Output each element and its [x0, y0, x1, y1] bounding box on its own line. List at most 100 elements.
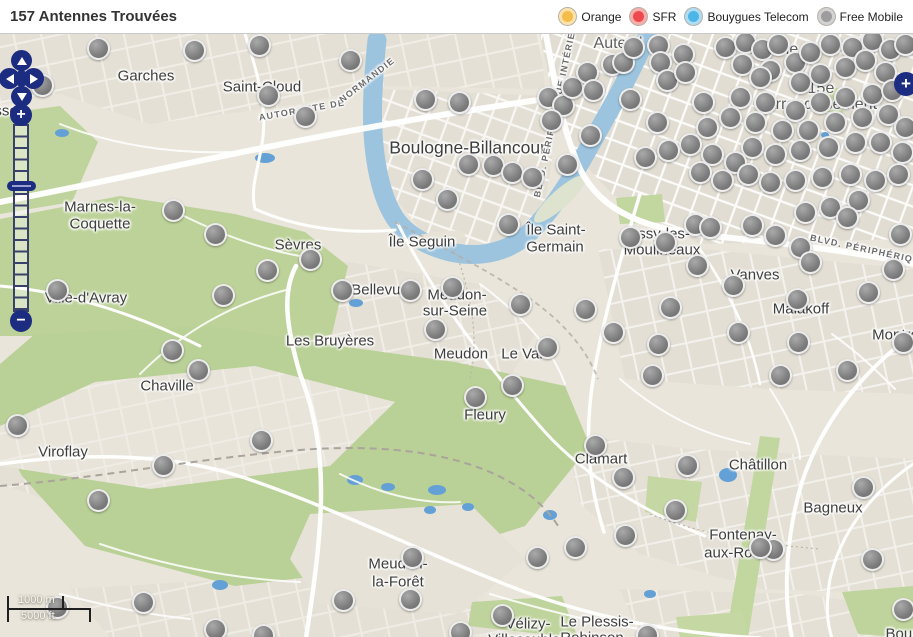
antenna-marker[interactable]	[719, 106, 742, 129]
antenna-marker[interactable]	[894, 116, 913, 139]
antenna-marker[interactable]	[844, 131, 867, 154]
antenna-marker[interactable]	[764, 143, 787, 166]
antenna-marker[interactable]	[664, 499, 687, 522]
antenna-marker[interactable]	[332, 589, 355, 612]
antenna-marker[interactable]	[786, 288, 809, 311]
antenna-marker[interactable]	[564, 536, 587, 559]
pan-right-button[interactable]	[23, 68, 44, 89]
antenna-marker[interactable]	[722, 274, 745, 297]
antenna-marker[interactable]	[464, 386, 487, 409]
antenna-marker[interactable]	[574, 298, 597, 321]
antenna-marker[interactable]	[891, 141, 913, 164]
antenna-marker[interactable]	[852, 476, 875, 499]
antenna-marker[interactable]	[497, 213, 520, 236]
antenna-marker[interactable]	[414, 88, 437, 111]
antenna-marker[interactable]	[87, 37, 110, 60]
antenna-marker[interactable]	[744, 111, 767, 134]
antenna-marker[interactable]	[449, 621, 472, 637]
antenna-marker[interactable]	[331, 279, 354, 302]
antenna-marker[interactable]	[491, 604, 514, 627]
antenna-marker[interactable]	[612, 466, 635, 489]
antenna-marker[interactable]	[401, 546, 424, 569]
antenna-marker[interactable]	[294, 105, 317, 128]
antenna-marker[interactable]	[759, 171, 782, 194]
antenna-marker[interactable]	[647, 333, 670, 356]
antenna-marker[interactable]	[521, 166, 544, 189]
antenna-marker[interactable]	[834, 86, 857, 109]
antenna-marker[interactable]	[836, 206, 859, 229]
antenna-marker[interactable]	[162, 199, 185, 222]
antenna-marker[interactable]	[602, 321, 625, 344]
antenna-marker[interactable]	[839, 163, 862, 186]
antenna-marker[interactable]	[634, 146, 657, 169]
expand-map-button[interactable]: +	[894, 72, 913, 96]
antenna-marker[interactable]	[436, 188, 459, 211]
antenna-marker[interactable]	[399, 279, 422, 302]
antenna-marker[interactable]	[646, 111, 669, 134]
antenna-marker[interactable]	[622, 36, 645, 59]
antenna-marker[interactable]	[204, 618, 227, 637]
antenna-marker[interactable]	[6, 414, 29, 437]
antenna-marker[interactable]	[869, 131, 892, 154]
antenna-marker[interactable]	[887, 163, 910, 186]
antenna-marker[interactable]	[699, 216, 722, 239]
antenna-marker[interactable]	[882, 258, 905, 281]
antenna-marker[interactable]	[861, 548, 884, 571]
legend-item-free[interactable]: Free Mobile	[817, 8, 903, 25]
antenna-marker[interactable]	[767, 34, 790, 56]
antenna-marker[interactable]	[794, 201, 817, 224]
antenna-marker[interactable]	[657, 139, 680, 162]
zoom-out-button[interactable]: −	[10, 310, 32, 332]
antenna-marker[interactable]	[399, 588, 422, 611]
antenna-marker[interactable]	[187, 359, 210, 382]
antenna-marker[interactable]	[619, 88, 642, 111]
antenna-marker[interactable]	[686, 254, 709, 277]
antenna-marker[interactable]	[152, 454, 175, 477]
antenna-marker[interactable]	[799, 251, 822, 274]
antenna-marker[interactable]	[894, 34, 913, 56]
antenna-marker[interactable]	[584, 434, 607, 457]
antenna-marker[interactable]	[764, 224, 787, 247]
antenna-marker[interactable]	[540, 109, 563, 132]
antenna-marker[interactable]	[654, 231, 677, 254]
antenna-marker[interactable]	[711, 169, 734, 192]
antenna-marker[interactable]	[737, 163, 760, 186]
antenna-marker[interactable]	[892, 331, 913, 354]
legend-item-bouygues[interactable]: Bouygues Telecom	[685, 8, 809, 25]
antenna-marker[interactable]	[857, 281, 880, 304]
antenna-marker[interactable]	[809, 63, 832, 86]
antenna-marker[interactable]	[183, 39, 206, 62]
antenna-marker[interactable]	[769, 364, 792, 387]
antenna-marker[interactable]	[889, 223, 912, 246]
antenna-marker[interactable]	[526, 546, 549, 569]
antenna-marker[interactable]	[824, 111, 847, 134]
antenna-marker[interactable]	[248, 34, 271, 57]
antenna-marker[interactable]	[784, 99, 807, 122]
antenna-marker[interactable]	[457, 153, 480, 176]
zoom-in-button[interactable]: +	[10, 104, 32, 126]
antenna-marker[interactable]	[641, 364, 664, 387]
antenna-marker[interactable]	[579, 124, 602, 147]
antenna-marker[interactable]	[424, 318, 447, 341]
antenna-marker[interactable]	[556, 153, 579, 176]
antenna-marker[interactable]	[659, 296, 682, 319]
antenna-marker[interactable]	[46, 279, 69, 302]
antenna-marker[interactable]	[771, 119, 794, 142]
antenna-marker[interactable]	[784, 169, 807, 192]
antenna-marker[interactable]	[256, 259, 279, 282]
antenna-marker[interactable]	[892, 598, 913, 621]
legend-item-orange[interactable]: Orange	[559, 8, 621, 25]
antenna-marker[interactable]	[619, 226, 642, 249]
antenna-marker[interactable]	[257, 84, 280, 107]
antenna-marker[interactable]	[299, 248, 322, 271]
antenna-marker[interactable]	[339, 49, 362, 72]
antenna-marker[interactable]	[741, 214, 764, 237]
antenna-marker[interactable]	[679, 133, 702, 156]
antenna-marker[interactable]	[817, 136, 840, 159]
zoom-slider-track[interactable]	[13, 124, 29, 312]
map-canvas[interactable]: GarchesSaint-CloudssoBoulogne-Billancour…	[0, 33, 913, 637]
antenna-marker[interactable]	[250, 429, 273, 452]
antenna-marker[interactable]	[448, 91, 471, 114]
antenna-marker[interactable]	[204, 223, 227, 246]
antenna-marker[interactable]	[851, 106, 874, 129]
